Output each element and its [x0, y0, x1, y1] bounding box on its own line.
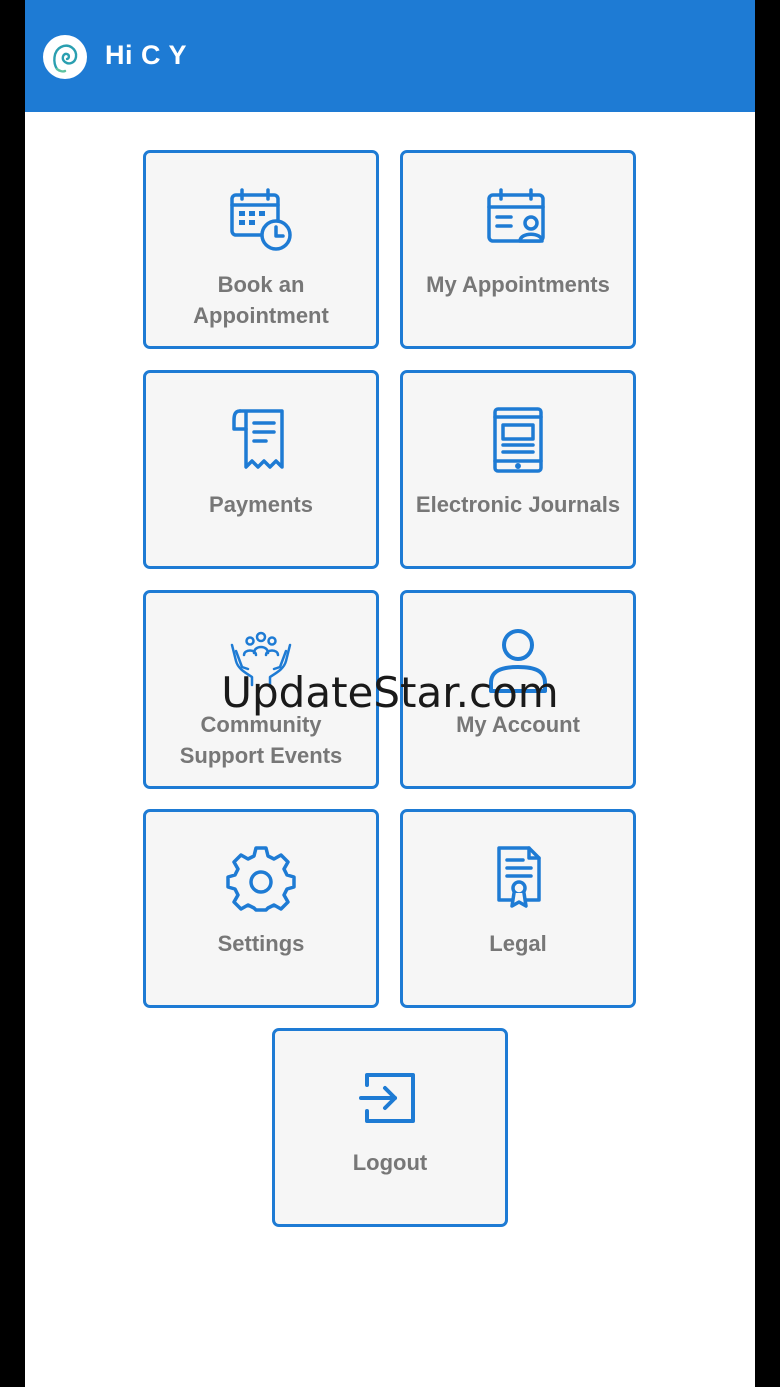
greeting-title: Hi C Y [105, 40, 188, 70]
my-account-tile[interactable]: My Account [400, 590, 636, 789]
receipt-icon [226, 405, 296, 475]
community-hands-icon [226, 625, 296, 695]
tile-label: My Appointments [426, 272, 610, 297]
tile-label-line: Support Events [179, 743, 343, 768]
tile-label: My Account [456, 712, 580, 737]
logout-tile[interactable]: Logout [272, 1028, 508, 1227]
tile-label: Electronic Journals [415, 492, 621, 517]
certificate-icon [483, 844, 553, 914]
calendar-clock-icon [226, 185, 296, 255]
tablet-icon [483, 405, 553, 475]
user-icon [483, 625, 553, 695]
calendar-user-icon [483, 185, 553, 255]
book-appointment-tile[interactable]: Book an Appointment [143, 150, 379, 349]
gear-icon [226, 844, 296, 914]
logout-icon [355, 1063, 425, 1133]
tile-label: Settings [217, 931, 305, 956]
settings-tile[interactable]: Settings [143, 809, 379, 1008]
my-appointments-tile[interactable]: My Appointments [400, 150, 636, 349]
payments-tile[interactable]: Payments [143, 370, 379, 569]
tile-label-line: Book an [217, 272, 305, 297]
tile-label: Payments [209, 492, 313, 517]
community-support-events-tile[interactable]: Community Support Events [143, 590, 379, 789]
tile-label-line: Appointment [193, 303, 329, 328]
app-logo-icon[interactable] [43, 35, 87, 79]
tile-label: Book an Appointment [154, 269, 368, 331]
app-bar: Hi C Y [25, 0, 755, 112]
tile-label: Legal [489, 931, 547, 956]
electronic-journals-tile[interactable]: Electronic Journals [400, 370, 636, 569]
app-screen: Hi C Y Book an Appointment My Appointmen… [25, 0, 755, 1387]
legal-tile[interactable]: Legal [400, 809, 636, 1008]
tile-label-line: Community [200, 712, 322, 737]
tile-label: Logout [352, 1150, 428, 1175]
tile-label: Community Support Events [154, 709, 368, 771]
